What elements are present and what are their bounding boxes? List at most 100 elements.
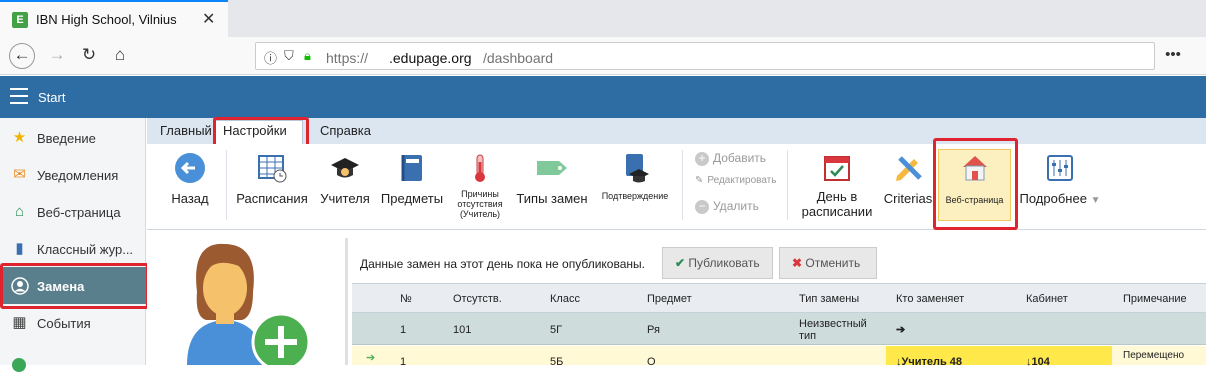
graduation-cap-icon <box>331 158 359 178</box>
edit-button[interactable]: ✎ Редактировать <box>695 175 776 186</box>
confirmation-button[interactable]: Подтверждение <box>595 152 675 201</box>
green-dot-icon <box>12 358 26 372</box>
home-icon: ⌂ <box>14 203 25 220</box>
pencil-icon: ✎ <box>695 175 704 186</box>
back-arrow-icon <box>175 153 205 183</box>
sidebar-item-label: События <box>37 316 91 331</box>
sidebar-item-label: Уведомления <box>37 168 119 183</box>
day-in-schedule-button[interactable]: День в расписании <box>797 152 877 219</box>
avatar-add-icon[interactable] <box>147 232 345 372</box>
reload-icon[interactable]: ↻ <box>76 43 102 69</box>
tab-settings[interactable]: Настройки <box>223 123 287 138</box>
tab-help[interactable]: Справка <box>320 123 371 138</box>
teachers-button[interactable]: Учителя <box>317 152 373 206</box>
star-icon: ★ <box>12 129 27 146</box>
check-icon: ✔ <box>675 256 686 270</box>
cell-class: 5Г <box>550 324 563 336</box>
cell-number: 1 <box>400 356 407 368</box>
calendar-check-icon <box>824 156 850 181</box>
close-tab-icon[interactable]: ✕ <box>202 9 215 29</box>
cell-subject: О <box>647 356 656 368</box>
substitution-types-button[interactable]: Типы замен <box>515 152 589 206</box>
tab-main[interactable]: Главный <box>160 123 212 138</box>
col-header-sub-type[interactable]: Тип замены <box>799 293 859 305</box>
cell-substitute: ↓Учитель 48 <box>896 356 963 368</box>
url-scheme: https:// <box>326 50 369 66</box>
plus-icon: + <box>695 151 709 166</box>
sliders-icon <box>1047 155 1073 181</box>
url-host: .edupage.org <box>389 50 472 66</box>
browser-tab-bar: E IBN High School, Vilnius ✕ <box>0 0 1206 37</box>
cell-absent: 101 <box>453 324 472 336</box>
col-header-note[interactable]: Примечание <box>1123 293 1187 305</box>
home-icon[interactable]: ⌂ <box>107 43 133 69</box>
envelope-icon: ✉ <box>13 166 26 183</box>
back-button[interactable]: Назад <box>165 152 215 206</box>
table-row[interactable]: ➔ 1 5Б О ↓Учитель 48 ↓104 Перемещено <box>352 346 1206 368</box>
browser-nav-bar: ← → ↻ ⌂ ⓘ ⛉ 🔒︎ https:// .edupage.org /da… <box>0 37 1206 75</box>
col-header-number[interactable]: № <box>400 293 412 305</box>
sidebar-item-intro[interactable]: ★ Введение <box>0 119 146 156</box>
ribbon-separator <box>787 150 788 220</box>
cell-room: ↓104 <box>1026 356 1050 368</box>
more-button[interactable]: Подробнее ▼ <box>1019 152 1101 208</box>
cell-subject: Ря <box>647 324 660 336</box>
highlight-substitution <box>0 263 149 309</box>
shield-icon[interactable]: ⛉ <box>284 48 294 64</box>
book-icon: ▮ <box>15 240 24 257</box>
minus-icon: − <box>695 199 709 214</box>
sidebar-item-label: Введение <box>37 131 96 146</box>
sidebar-item-notifications[interactable]: ✉ Уведомления <box>0 156 146 193</box>
more-icon[interactable]: ••• <box>1160 43 1186 69</box>
cell-class: 5Б <box>550 356 564 368</box>
table-clock-icon <box>258 155 287 183</box>
arrow-right-icon: ➔ <box>366 352 376 364</box>
col-header-subject[interactable]: Предмет <box>647 293 692 305</box>
sidebar-item-classbook[interactable]: ▮ Классный жур... <box>0 230 146 267</box>
url-path: /dashboard <box>483 50 554 66</box>
cell-substitute: ➔ <box>896 324 906 336</box>
table-row[interactable]: 1 101 5Г Ря Неизвестный тип ➔ <box>352 313 1206 345</box>
ribbon-separator <box>682 150 683 220</box>
notebook-icon <box>401 155 422 181</box>
col-header-class[interactable]: Класс <box>550 293 580 305</box>
book-cap-icon <box>626 154 649 183</box>
url-bar[interactable]: ⓘ ⛉ 🔒︎ https:// .edupage.org /dashboard <box>255 42 1155 70</box>
calendar-icon: ▦ <box>12 314 27 331</box>
app-header-title[interactable]: Start <box>38 90 65 105</box>
cell-sub-type: Неизвестный тип <box>799 318 867 342</box>
app-header: Start <box>0 76 1206 118</box>
x-icon: ✖ <box>792 256 803 270</box>
unpublished-notice: Данные замен на этот день пока не опубли… <box>360 257 645 271</box>
highlight-web-page <box>933 138 1018 230</box>
col-header-substitute[interactable]: Кто заменяет <box>896 293 964 305</box>
schedules-button[interactable]: Расписания <box>236 152 308 206</box>
col-header-absent[interactable]: Отсутств. <box>453 293 502 305</box>
cell-number: 1 <box>400 324 407 336</box>
panel-divider[interactable] <box>345 238 348 365</box>
cell-note: Перемещено <box>1123 350 1185 361</box>
add-button[interactable]: + Добавить <box>695 151 766 166</box>
ribbon-separator <box>226 150 227 220</box>
col-header-room[interactable]: Кабинет <box>1026 293 1068 305</box>
forward-icon[interactable]: → <box>44 43 70 69</box>
browser-tab[interactable]: E IBN High School, Vilnius ✕ <box>0 0 228 37</box>
tag-icon <box>537 161 567 175</box>
delete-button[interactable]: − Удалить <box>695 199 759 214</box>
sidebar-item-events[interactable]: ▦ События <box>0 304 146 341</box>
absence-reasons-button[interactable]: Причины отсутствия (Учитель) <box>452 152 508 219</box>
back-icon[interactable]: ← <box>9 43 35 69</box>
table-header: № Отсутств. Класс Предмет Тип замены Кто… <box>352 283 1206 313</box>
hamburger-menu-icon[interactable] <box>10 88 28 109</box>
info-icon[interactable]: ⓘ <box>264 48 277 67</box>
tab-title: IBN High School, Vilnius <box>36 12 177 27</box>
avatar-panel <box>147 232 345 372</box>
sidebar-item-webpage[interactable]: ⌂ Веб-страница <box>0 193 146 230</box>
lock-icon: 🔒︎ <box>304 48 311 63</box>
publish-button[interactable]: ✔ Публиковать <box>662 247 773 279</box>
subjects-button[interactable]: Предметы <box>379 152 445 206</box>
thermometer-icon <box>475 154 485 182</box>
criterias-button[interactable]: Criterias <box>882 152 934 206</box>
cancel-button[interactable]: ✖ Отменить <box>779 247 877 279</box>
pencil-ruler-icon <box>896 156 922 181</box>
